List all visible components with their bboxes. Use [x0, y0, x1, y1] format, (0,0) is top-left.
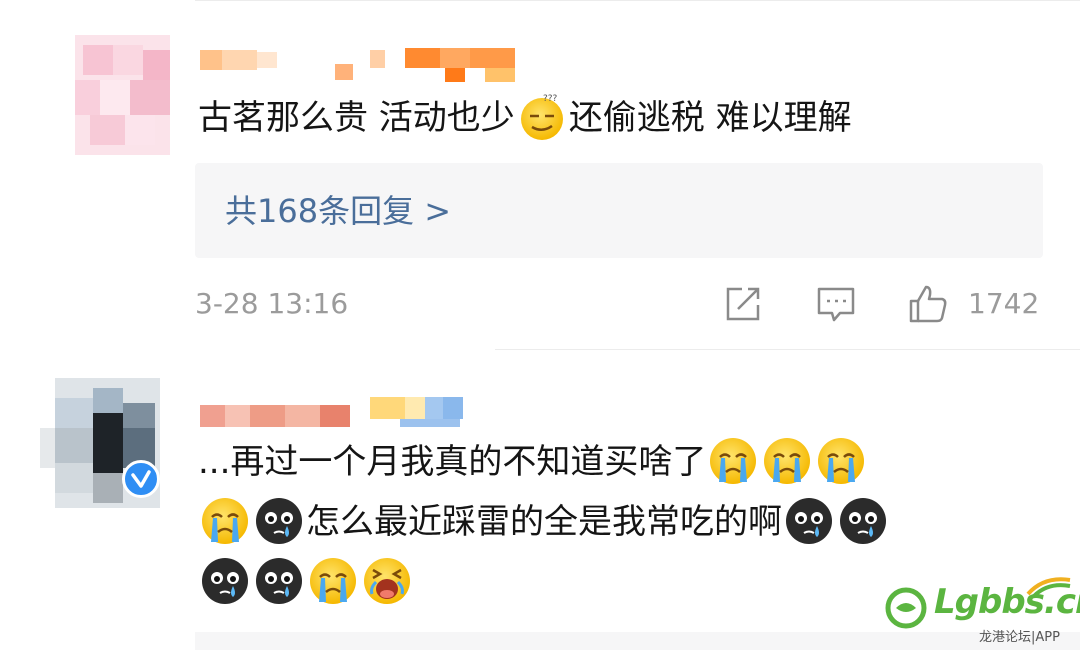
- tearful-black-face-emoji-icon: [838, 496, 888, 546]
- comment-line-2: 怎么最近踩雷的全是我常吃的啊: [198, 492, 1068, 552]
- comment-text-part1: 古茗那么贵 活动也少: [198, 98, 515, 138]
- comment-text: 古茗那么贵 活动也少 还偷逃税 难以理解: [198, 88, 852, 148]
- comment-line-2-text: 怎么最近踩雷的全是我常吃的啊: [306, 502, 782, 542]
- tearful-black-face-emoji-icon: [254, 556, 304, 606]
- top-divider: [195, 0, 1080, 1]
- wailing-emoji-icon: [362, 556, 412, 606]
- crying-emoji-icon: [762, 436, 812, 486]
- comment-divider: [495, 349, 1080, 350]
- verified-check-icon: [131, 470, 151, 488]
- verified-badge: [122, 460, 160, 498]
- username-blurred[interactable]: [200, 42, 530, 82]
- watermark: Lgbbs.cn 龙港论坛|APP: [884, 574, 1080, 646]
- like-icon[interactable]: [907, 283, 949, 325]
- watermark-sub: 龙港论坛|APP: [979, 630, 1060, 645]
- view-replies-link[interactable]: 共168条回复 >: [225, 183, 451, 239]
- comment-icon[interactable]: [815, 283, 857, 325]
- avatar[interactable]: [75, 35, 170, 155]
- crying-emoji-icon: [308, 556, 358, 606]
- tearful-black-face-emoji-icon: [200, 556, 250, 606]
- confused-smile-emoji-icon: [517, 92, 567, 142]
- crying-emoji-icon: [200, 496, 250, 546]
- tearful-black-face-emoji-icon: [784, 496, 834, 546]
- username-blurred[interactable]: [200, 395, 470, 435]
- crying-emoji-icon: [816, 436, 866, 486]
- comment-date: 3-28 13:16: [195, 287, 349, 320]
- leaf-swoosh-icon: [1026, 577, 1071, 596]
- crying-emoji-icon: [708, 436, 758, 486]
- comment-line-1: ...再过一个月我真的不知道买啥了: [198, 432, 1068, 492]
- comment-text-part2: 还偷逃税 难以理解: [568, 98, 852, 138]
- replies-box[interactable]: 共168条回复 >: [195, 163, 1043, 258]
- share-icon[interactable]: [722, 283, 764, 325]
- like-count: 1742: [968, 287, 1040, 320]
- tearful-black-face-emoji-icon: [254, 496, 304, 546]
- comment-line-1-text: ...再过一个月我真的不知道买啥了: [198, 442, 707, 482]
